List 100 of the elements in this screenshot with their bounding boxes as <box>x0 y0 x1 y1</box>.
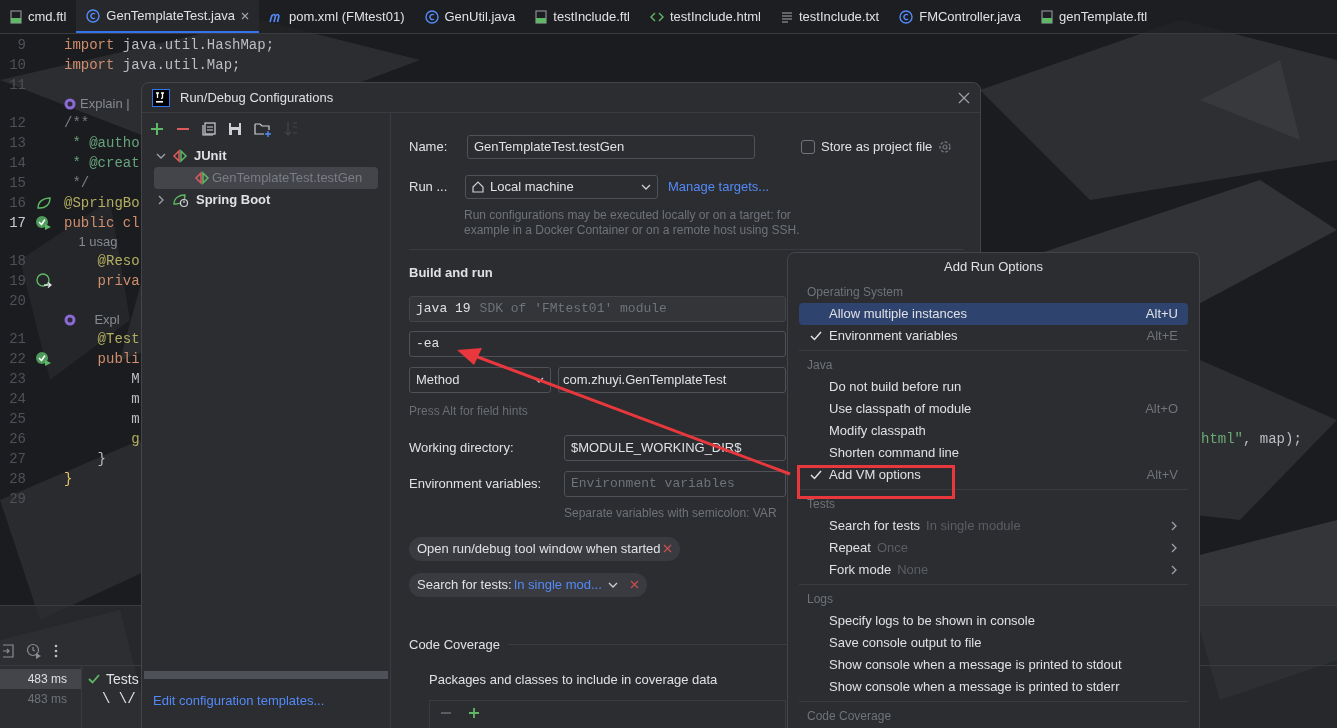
file-icon <box>10 9 22 24</box>
inlay-hint: Explain | <box>80 95 130 113</box>
code-line: @SpringBo <box>64 194 140 213</box>
scrollbar[interactable] <box>144 671 388 679</box>
line-number: 22 <box>9 349 26 369</box>
check-icon <box>88 673 100 685</box>
close-icon[interactable] <box>240 11 249 20</box>
add-icon[interactable] <box>150 122 164 136</box>
junit-icon <box>172 149 188 163</box>
remove-icon[interactable] <box>662 544 672 553</box>
add-icon[interactable] <box>468 706 480 719</box>
vm-options-field[interactable]: -ea <box>409 330 786 357</box>
settings-icon[interactable] <box>938 140 953 154</box>
test-kind-dropdown[interactable]: Method <box>409 366 551 393</box>
section-heading: Code Coverage <box>409 635 501 654</box>
test-duration[interactable]: 483 ms <box>0 669 81 689</box>
name-field[interactable]: GenTemplateTest.testGen <box>467 135 755 159</box>
chevron-down-icon[interactable] <box>156 151 166 161</box>
line-number: 23 <box>9 369 26 389</box>
tree-item[interactable]: Spring Boot <box>154 189 378 211</box>
code-line: import java.util.HashMap; <box>64 36 275 55</box>
line-number: 20 <box>9 291 26 311</box>
editor-tab[interactable]: testInclude.ftl <box>525 0 640 33</box>
code-line: html", map); <box>1201 430 1302 449</box>
templates-link[interactable]: Edit configuration templates... <box>153 693 325 708</box>
editor-tab[interactable]: testInclude.txt <box>770 0 890 33</box>
code-line: g <box>130 430 140 449</box>
target-dropdown[interactable]: Local machine <box>465 175 658 199</box>
env-label: Environment variables: <box>409 474 543 493</box>
section-header: Code Coverage <box>806 708 893 725</box>
bean-icon[interactable] <box>35 273 53 289</box>
class-icon <box>86 8 101 23</box>
editor-tab[interactable]: genTemplate.ftl <box>1031 0 1158 33</box>
run-test-icon[interactable] <box>35 215 53 231</box>
export-icon[interactable] <box>2 642 14 659</box>
history-icon[interactable] <box>26 642 42 659</box>
new-folder-icon[interactable] <box>254 121 272 137</box>
junit-icon <box>194 171 210 185</box>
editor-tab[interactable]: GenTemplateTest.java <box>76 0 259 33</box>
code-line: publi <box>96 350 140 369</box>
menu-item[interactable]: Do not build before run <box>799 376 1188 398</box>
text-file-icon <box>780 10 793 23</box>
menu-item[interactable]: Save console output to file <box>799 632 1188 654</box>
env-hint: Separate variables with semicolon: VAR <box>564 504 777 522</box>
menu-item[interactable]: Show console when a message is printed to stdout <box>799 654 1188 676</box>
line-number: 15 <box>9 173 26 193</box>
editor-tab[interactable]: pom.xml (FMtest01) <box>258 0 415 33</box>
section-header: Java <box>806 357 834 374</box>
sdk-field[interactable]: java 19 SDK of 'FMtest01' module <box>409 295 786 322</box>
code-icon <box>649 10 664 23</box>
menu-item[interactable]: Allow multiple instances Alt+U <box>799 303 1188 325</box>
console-text: \ \/ <box>101 690 137 709</box>
app-icon <box>152 88 170 107</box>
run-hint: Run configurations may be executed locally or on a target: for example in a Docker Container or on a remote host using SSH. <box>463 208 801 238</box>
run-label: Run ... <box>409 178 449 197</box>
editor-tab[interactable]: FMController.java <box>889 0 1032 33</box>
coverage-label: Packages and classes to include in coverage data <box>429 671 718 689</box>
editor-tab[interactable]: GenUtil.java <box>414 0 526 33</box>
code-line: /** <box>64 114 90 133</box>
chevron-right-icon[interactable] <box>156 195 166 205</box>
line-number: 16 <box>9 193 26 213</box>
line-number: 13 <box>9 133 26 153</box>
menu-item[interactable]: Modify classpath <box>799 420 1188 442</box>
code-line: m <box>130 390 140 409</box>
manage-targets-link[interactable]: Manage targets... <box>668 179 770 195</box>
class-icon <box>424 9 439 24</box>
code-line: priva <box>96 272 140 291</box>
code-line: m <box>130 410 140 429</box>
editor-tab[interactable]: cmd.ftl <box>0 0 77 33</box>
file-icon <box>1041 9 1054 24</box>
tests-label: Tests <box>106 669 139 689</box>
inlay-hint: Expl <box>93 311 120 329</box>
line-number: 9 <box>17 35 26 55</box>
menu-item[interactable]: Show console when a message is printed to stderr <box>799 676 1188 698</box>
menu-item[interactable]: Use classpath of module Alt+O <box>799 398 1188 420</box>
env-field[interactable]: Environment variables <box>564 470 786 497</box>
leaf-icon[interactable] <box>36 196 52 210</box>
menu-item[interactable]: Shorten command line <box>799 442 1188 464</box>
more-icon[interactable] <box>54 643 58 658</box>
section-header: Logs <box>806 591 835 608</box>
tree-item[interactable]: JUnit <box>154 145 378 167</box>
remove-icon[interactable] <box>629 580 639 589</box>
menu-item[interactable]: Environment variables Alt+E <box>799 325 1188 347</box>
run-test-icon[interactable] <box>35 351 53 367</box>
option-chip[interactable]: Open run/debug tool window when started <box>409 536 680 561</box>
close-icon[interactable] <box>958 91 970 104</box>
editor-tab[interactable]: testInclude.html <box>639 0 771 33</box>
code-line: * @autho <box>71 134 140 153</box>
line-number: 19 <box>9 271 26 291</box>
line-number: 11 <box>9 75 26 95</box>
option-chip[interactable]: Search for tests:In single mod... <box>409 572 647 597</box>
checkbox[interactable] <box>801 140 815 154</box>
checkbox-label: Store as project file <box>821 138 933 157</box>
dialog-title: Run/Debug Configurations <box>180 88 334 107</box>
code-line: @Test <box>96 330 140 349</box>
code-line: public cl <box>64 214 140 233</box>
line-number: 12 <box>9 113 26 133</box>
class-field[interactable]: com.zhuyi.GenTemplateTest <box>558 366 786 393</box>
menu-item[interactable]: Specify logs to be shown in console <box>799 610 1188 632</box>
copy-icon[interactable] <box>202 122 216 136</box>
